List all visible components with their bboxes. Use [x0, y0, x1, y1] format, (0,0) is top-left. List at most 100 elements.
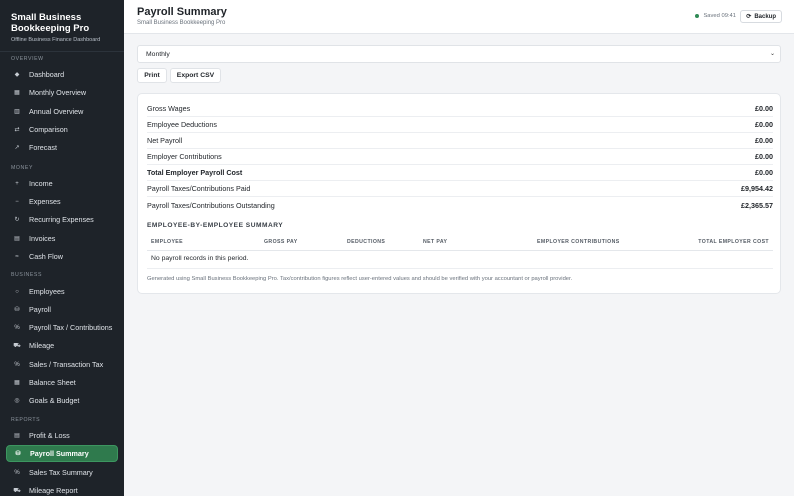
sidebar-item-mileage-report[interactable]: ⛟ Mileage Report: [6, 482, 118, 496]
sidebar-item-sales-tax[interactable]: % Sales / Transaction Tax: [6, 356, 118, 373]
summary-row-taxes-paid: Payroll Taxes/Contributions Paid £9,954.4…: [147, 181, 773, 197]
brand-title: Small Business Bookkeeping Pro: [11, 12, 90, 34]
sidebar-item-label: Monthly Overview: [29, 88, 87, 97]
sidebar-item-label: Sales Tax Summary: [29, 468, 93, 477]
sidebar-item-label: Payroll: [29, 305, 51, 314]
sidebar-item-label: Recurring Expenses: [29, 215, 94, 224]
sidebar-item-monthly-overview[interactable]: ▦ Monthly Overview: [6, 84, 118, 101]
sidebar-item-employees[interactable]: ○ Employees: [6, 283, 118, 300]
sidebar-item-label: Payroll Tax / Contributions: [29, 323, 113, 332]
chevron-down-icon: ⌄: [769, 51, 775, 57]
swap-icon: ⇄: [14, 127, 20, 133]
car-icon: ⛟: [13, 487, 21, 494]
sidebar-item-label: Goals & Budget: [29, 396, 80, 405]
sidebar-item-label: Dashboard: [29, 70, 65, 79]
report-footnote: Generated using Small Business Bookkeepi…: [147, 276, 573, 282]
sidebar-item-goals-budget[interactable]: ◎ Goals & Budget: [6, 392, 118, 409]
sidebar-item-profit-loss[interactable]: ▤ Profit & Loss: [6, 427, 118, 444]
percent-icon: %: [14, 469, 20, 476]
saved-status: Saved 09:41: [695, 13, 736, 19]
calendar-icon: ▦: [14, 90, 20, 96]
sidebar-item-expenses[interactable]: − Expenses: [6, 193, 118, 210]
sheet-icon: ▦: [14, 380, 20, 386]
summary-row-employee-deductions: Employee Deductions £0.00: [147, 117, 773, 133]
percent-icon: %: [14, 324, 20, 331]
diamond-icon: ◆: [14, 72, 20, 78]
saved-status-text: Saved 09:41: [703, 13, 736, 19]
sidebar-item-label: Expenses: [29, 197, 61, 206]
employee-summary-title: EMPLOYEE-BY-EMPLOYEE SUMMARY: [147, 222, 284, 229]
flow-icon: ≈: [15, 253, 19, 260]
trend-icon: ↗: [14, 145, 20, 151]
wallet-icon: ⛁: [15, 451, 21, 457]
employee-table-header: EMPLOYEE GROSS PAY DEDUCTIONS NET PAY EM…: [147, 234, 773, 251]
sidebar-item-dashboard[interactable]: ◆ Dashboard: [6, 66, 118, 83]
refresh-icon: ⟳: [746, 14, 752, 20]
brand: Small Business Bookkeeping Pro Offline B…: [0, 0, 124, 52]
sidebar-item-label: Employees: [29, 287, 65, 296]
sidebar-item-income[interactable]: + Income: [6, 175, 118, 192]
export-csv-button[interactable]: Export CSV: [170, 68, 221, 83]
sidebar-item-label: Mileage Report: [29, 486, 78, 495]
sidebar-item-mileage[interactable]: ⛟ Mileage: [6, 337, 118, 354]
backup-label: Backup: [754, 13, 776, 20]
column-header: GROSS PAY: [264, 239, 298, 245]
page-subtitle: Small Business Bookkeeping Pro: [137, 20, 226, 26]
column-header: TOTAL EMPLOYER COST: [698, 239, 769, 245]
report-icon: ▤: [14, 433, 20, 439]
sidebar-item-label: Annual Overview: [29, 107, 84, 116]
section-label-reports: REPORTS: [11, 417, 41, 423]
backup-button[interactable]: ⟳ Backup: [740, 10, 782, 23]
summary-row-gross-wages: Gross Wages £0.00: [147, 101, 773, 117]
sidebar-item-payroll-tax[interactable]: % Payroll Tax / Contributions: [6, 319, 118, 336]
sidebar-item-label: Invoices: [29, 234, 56, 243]
period-select[interactable]: Monthly ⌄: [137, 45, 781, 63]
brand-subtitle: Offline Business Finance Dashboard: [11, 37, 101, 43]
sidebar-item-balance-sheet[interactable]: ▦ Balance Sheet: [6, 374, 118, 391]
print-button[interactable]: Print: [137, 68, 167, 83]
wallet-icon: ⛁: [14, 307, 20, 313]
section-label-overview: OVERVIEW: [11, 56, 44, 62]
sidebar-item-sales-tax-summary[interactable]: % Sales Tax Summary: [6, 464, 118, 481]
sidebar-item-payroll[interactable]: ⛁ Payroll: [6, 301, 118, 318]
payroll-summary-card: Gross Wages £0.00 Employee Deductions £0.0…: [137, 93, 781, 294]
section-label-business: BUSINESS: [11, 272, 43, 278]
person-icon: ○: [15, 288, 19, 295]
page-title: Payroll Summary: [137, 6, 227, 18]
target-icon: ◎: [14, 398, 20, 404]
column-header: EMPLOYER CONTRIBUTIONS: [537, 239, 620, 245]
sidebar: Small Business Bookkeeping Pro Offline B…: [0, 0, 124, 496]
sidebar-item-label: Sales / Transaction Tax: [29, 360, 104, 369]
sidebar-item-annual-overview[interactable]: ▥ Annual Overview: [6, 103, 118, 120]
sidebar-item-label: Balance Sheet: [29, 378, 76, 387]
sidebar-item-comparison[interactable]: ⇄ Comparison: [6, 121, 118, 138]
summary-row-employer-contributions: Employer Contributions £0.00: [147, 149, 773, 165]
sidebar-item-label: Payroll Summary: [30, 449, 89, 458]
sidebar-item-label: Income: [29, 179, 53, 188]
repeat-icon: ↻: [14, 217, 20, 223]
chart-icon: ▥: [14, 109, 20, 115]
period-select-value: Monthly: [146, 50, 170, 58]
column-header: EMPLOYEE: [151, 239, 184, 245]
car-icon: ⛟: [13, 342, 21, 349]
sidebar-item-label: Forecast: [29, 143, 57, 152]
section-label-money: MONEY: [11, 165, 34, 171]
sidebar-item-forecast[interactable]: ↗ Forecast: [6, 139, 118, 156]
column-header: NET PAY: [423, 239, 448, 245]
sidebar-item-invoices[interactable]: ▤ Invoices: [6, 230, 118, 247]
invoice-icon: ▤: [14, 236, 20, 242]
sidebar-item-payroll-summary[interactable]: ⛁ Payroll Summary: [6, 445, 118, 462]
minus-icon: −: [15, 198, 19, 205]
percent-icon: %: [14, 361, 20, 368]
sidebar-item-label: Comparison: [29, 125, 68, 134]
sidebar-item-label: Cash Flow: [29, 252, 63, 261]
empty-table-message: No payroll records in this period.: [151, 255, 249, 262]
plus-icon: +: [15, 180, 19, 187]
summary-row-net-payroll: Net Payroll £0.00: [147, 133, 773, 149]
sidebar-item-recurring-expenses[interactable]: ↻ Recurring Expenses: [6, 211, 118, 228]
status-dot-icon: [695, 14, 700, 18]
sidebar-item-cash-flow[interactable]: ≈ Cash Flow: [6, 248, 118, 265]
page-header: Payroll Summary Small Business Bookkeepi…: [124, 0, 794, 34]
summary-row-taxes-outstanding: Payroll Taxes/Contributions Outstanding £…: [147, 200, 773, 210]
sidebar-item-label: Mileage: [29, 341, 55, 350]
